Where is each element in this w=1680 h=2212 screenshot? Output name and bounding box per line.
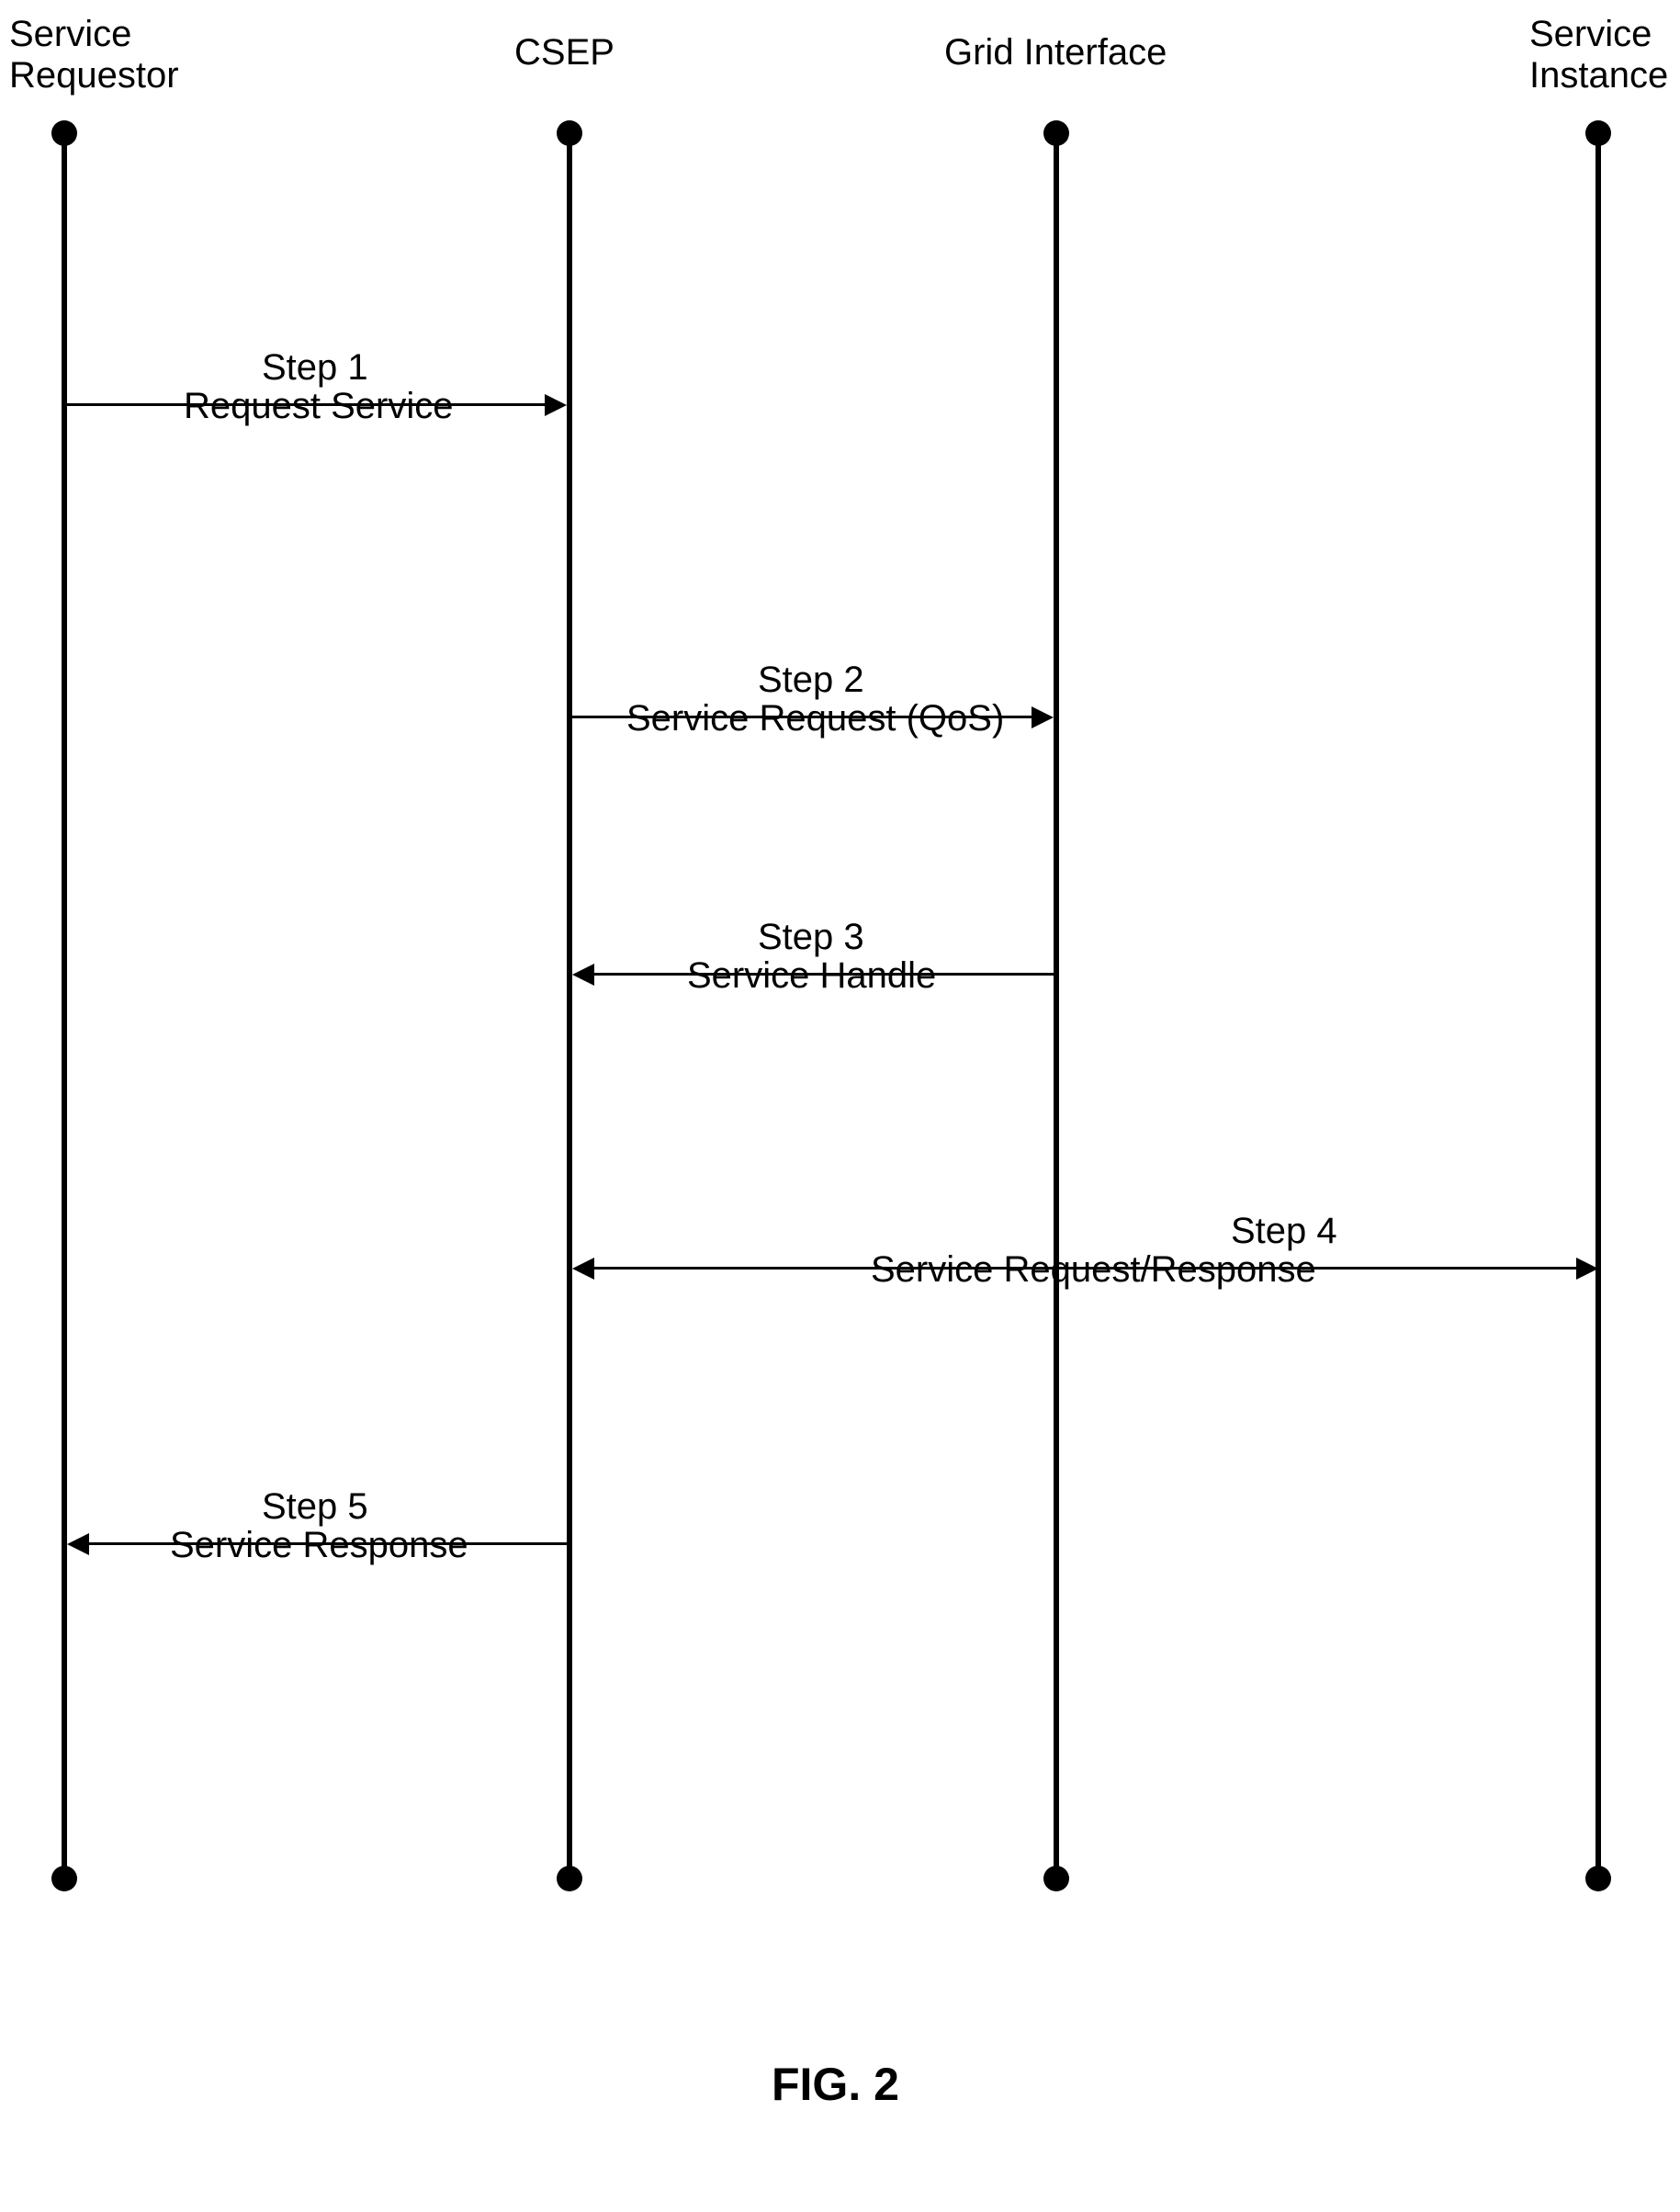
endpoint-bottom-p2 [557,1866,582,1891]
step3-arrowhead [572,964,594,986]
participant-service-instance-line2: Instance [1529,55,1668,96]
step2-arrow-line [572,716,1033,718]
endpoint-bottom-p3 [1043,1866,1069,1891]
participant-csep: CSEP [514,32,614,73]
step4-arrow-line [592,1267,1578,1270]
step1-step-label: Step 1 [262,347,368,389]
participant-service-requestor-line2: Requestor [9,55,179,96]
step5-arrowhead [67,1533,89,1555]
lifeline-service-requestor [62,133,67,1879]
step2-message-label: Service Request (QoS) [626,698,1004,739]
endpoint-bottom-p4 [1585,1866,1611,1891]
endpoint-bottom-p1 [51,1866,77,1891]
step3-step-label: Step 3 [758,917,864,958]
step5-message-label: Service Response [170,1525,468,1566]
step5-step-label: Step 5 [262,1486,368,1528]
step5-arrow-line [87,1542,567,1545]
step4-step-label: Step 4 [1231,1211,1337,1252]
step1-arrow-line [67,403,547,406]
participant-grid-interface: Grid Interface [944,32,1167,73]
participant-service-instance-line1: Service [1529,14,1652,54]
step3-arrow-line [592,973,1054,976]
participant-service-requestor-line1: Service [9,14,131,54]
step4-arrowhead-right [1576,1258,1598,1280]
lifeline-service-instance [1595,133,1601,1879]
figure-caption: FIG. 2 [772,2058,899,2111]
step3-message-label: Service Handle [687,955,936,997]
step1-arrowhead [545,394,567,416]
lifeline-grid-interface [1054,133,1059,1879]
step4-arrowhead-left [572,1258,594,1280]
step2-step-label: Step 2 [758,660,864,701]
sequence-diagram: Service Requestor CSEP Grid Interface Se… [0,0,1680,2212]
lifeline-csep [567,133,572,1879]
step1-message-label: Request Service [184,386,453,427]
step2-arrowhead [1032,706,1054,728]
step4-message-label: Service Request/Response [871,1249,1316,1291]
